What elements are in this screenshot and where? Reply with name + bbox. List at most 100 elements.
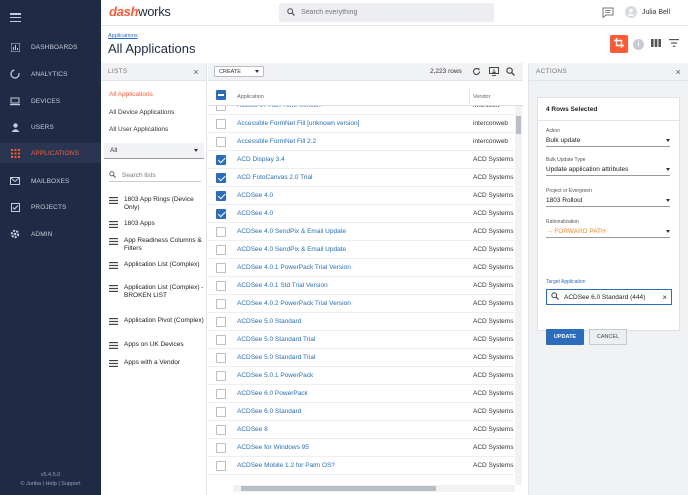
table-row[interactable]: ACDSee Mobile 1.2 for Palm OS? ACD System… bbox=[208, 457, 514, 475]
scrollbar-thumb[interactable] bbox=[241, 486, 436, 491]
table-row[interactable]: Access 97 Run-Time Version Microsoft bbox=[208, 106, 514, 115]
footer-links[interactable]: © Juriba | Help | Support bbox=[0, 481, 101, 487]
list-item[interactable]: Application List (Complex) - BROKEN LIST bbox=[109, 284, 205, 300]
table-row[interactable]: ACDSee 4.0 ACD Systems bbox=[208, 187, 514, 205]
table-row[interactable]: ACD FotoCanvas 2.0 Trial ACD Systems bbox=[208, 169, 514, 187]
user-menu[interactable]: Julia Bell bbox=[625, 6, 670, 18]
global-search[interactable] bbox=[279, 3, 494, 22]
application-link[interactable]: ACDSee 4.0.1 Std Trial Version bbox=[237, 282, 328, 289]
action-select[interactable]: Bulk update bbox=[546, 135, 670, 147]
row-checkbox[interactable] bbox=[216, 136, 226, 147]
row-checkbox[interactable] bbox=[216, 226, 226, 237]
list-item[interactable]: App Readiness Columns & Filters bbox=[109, 237, 205, 253]
cancel-button[interactable]: CANCEL bbox=[589, 329, 627, 345]
nav-item-applications[interactable]: APPLICATIONS bbox=[0, 143, 101, 163]
table-row[interactable]: ACDSee for Windows 95 ACD Systems bbox=[208, 439, 514, 457]
row-checkbox[interactable] bbox=[216, 388, 226, 399]
application-link[interactable]: Accessible FormNet Fill [unknown version… bbox=[237, 120, 359, 127]
application-link[interactable]: ACDSee 4.0 bbox=[237, 192, 273, 199]
application-link[interactable]: ACDSee 4.0 bbox=[237, 210, 273, 217]
application-link[interactable]: ACDSee 8 bbox=[237, 426, 268, 433]
application-link[interactable]: ACDSee 4.0 SendPix & Email Update bbox=[237, 246, 346, 253]
application-link[interactable]: ACDSee 5.0 Standard Trial bbox=[237, 336, 315, 343]
table-row[interactable]: ACDSee 4.0.1 PowerPack Trial Version ACD … bbox=[208, 259, 514, 277]
list-filter-select[interactable]: All bbox=[104, 143, 204, 159]
create-button[interactable]: CREATE bbox=[214, 66, 264, 77]
table-row[interactable]: Accessible FormNet Fill 2.2 interconweb bbox=[208, 133, 514, 151]
list-link-all-user-applications[interactable]: All User Applications bbox=[109, 126, 168, 133]
clear-icon[interactable]: × bbox=[662, 293, 667, 302]
search-lists-input[interactable]: Search lists bbox=[109, 170, 201, 182]
hamburger-menu-icon[interactable] bbox=[10, 13, 21, 23]
project-select[interactable]: 1803 Rollout bbox=[546, 195, 670, 207]
column-divider[interactable] bbox=[469, 89, 470, 104]
row-checkbox[interactable] bbox=[216, 370, 226, 381]
application-link[interactable]: ACDSee 5.0 Standard bbox=[237, 318, 301, 325]
row-checkbox[interactable] bbox=[216, 460, 226, 471]
application-link[interactable]: ACDSee 6.0 Standard bbox=[237, 408, 301, 415]
table-row[interactable]: Accessible FormNet Fill [unknown version… bbox=[208, 115, 514, 133]
row-checkbox[interactable] bbox=[216, 154, 226, 165]
search-icon[interactable] bbox=[506, 67, 515, 78]
column-header-vendor[interactable]: Vendor bbox=[473, 94, 490, 100]
update-button[interactable]: UPDATE bbox=[546, 329, 584, 345]
close-icon[interactable]: × bbox=[193, 67, 199, 77]
export-icon[interactable] bbox=[489, 67, 499, 78]
application-link[interactable]: ACDSee 4.0 SendPix & Email Update bbox=[237, 228, 346, 235]
table-row[interactable]: ACDSee 4.0 SendPix & Email Update ACD Sys… bbox=[208, 223, 514, 241]
close-icon[interactable]: × bbox=[675, 67, 681, 77]
table-row[interactable]: ACDSee 5.0.1 PowerPack ACD Systems bbox=[208, 367, 514, 385]
table-row[interactable]: ACDSee 8 ACD Systems bbox=[208, 421, 514, 439]
row-checkbox[interactable] bbox=[216, 352, 226, 363]
table-row[interactable]: ACDSee 5.0 Standard ACD Systems bbox=[208, 313, 514, 331]
info-icon[interactable]: i bbox=[633, 39, 644, 50]
scrollbar-thumb[interactable] bbox=[516, 116, 521, 134]
row-checkbox[interactable] bbox=[216, 244, 226, 255]
row-checkbox[interactable] bbox=[216, 298, 226, 309]
table-row[interactable]: ACDSee 4.0.2 PowerPack Trial Version ACD … bbox=[208, 295, 514, 313]
table-row[interactable]: ACDSee 5.0 Standard Trial ACD Systems bbox=[208, 331, 514, 349]
nav-item-projects[interactable]: PROJECTS bbox=[0, 197, 101, 217]
application-link[interactable]: ACDSee for Windows 95 bbox=[237, 444, 309, 451]
list-item[interactable]: Application List (Complex) bbox=[109, 261, 205, 272]
row-checkbox[interactable] bbox=[216, 262, 226, 273]
list-item[interactable]: 1803 Apps bbox=[109, 220, 205, 231]
nav-item-analytics[interactable]: ANALYTICS bbox=[0, 64, 101, 84]
row-checkbox[interactable] bbox=[216, 172, 226, 183]
rationalization-select[interactable]: → FORWARD PATH bbox=[546, 226, 670, 238]
crop-button[interactable] bbox=[610, 35, 628, 53]
application-link[interactable]: Accessible FormNet Fill 2.2 bbox=[237, 138, 316, 145]
bulk-update-type-select[interactable]: Update application attributes bbox=[546, 164, 670, 176]
row-checkbox[interactable] bbox=[216, 208, 226, 219]
application-link[interactable]: ACD Display 3.4 bbox=[237, 156, 285, 163]
list-item[interactable]: Apps with a Vendor bbox=[109, 359, 205, 370]
row-checkbox[interactable] bbox=[216, 442, 226, 453]
horizontal-scrollbar[interactable] bbox=[233, 485, 515, 492]
breadcrumb[interactable]: Applications bbox=[108, 33, 138, 39]
columns-icon[interactable] bbox=[651, 39, 661, 49]
nav-item-dashboards[interactable]: DASHBOARDS bbox=[0, 37, 101, 57]
list-item[interactable]: 1803 App Rings (Device Only) bbox=[109, 196, 205, 212]
table-row[interactable]: ACDSee 6.0 PowerPack ACD Systems bbox=[208, 385, 514, 403]
target-application-input[interactable]: ACDSee 6.0 Standard (444) × bbox=[546, 289, 672, 305]
application-link[interactable]: ACDSee 4.0.2 PowerPack Trial Version bbox=[237, 300, 351, 307]
row-checkbox[interactable] bbox=[216, 406, 226, 417]
dashworks-logo[interactable]: dashworks bbox=[109, 4, 171, 19]
row-checkbox[interactable] bbox=[216, 334, 226, 345]
list-item[interactable]: Apps on UK Devices bbox=[109, 341, 205, 352]
list-link-all-device-applications[interactable]: All Device Applications bbox=[109, 109, 174, 116]
row-checkbox[interactable] bbox=[216, 316, 226, 327]
row-checkbox[interactable] bbox=[216, 190, 226, 201]
table-row[interactable]: ACDSee 4.0 ACD Systems bbox=[208, 205, 514, 223]
filter-icon[interactable] bbox=[669, 39, 679, 49]
application-link[interactable]: ACDSee 5.0 Standard Trial bbox=[237, 354, 315, 361]
nav-item-devices[interactable]: DEVICES bbox=[0, 91, 101, 111]
application-link[interactable]: ACDSee Mobile 1.2 for Palm OS? bbox=[237, 462, 335, 469]
application-link[interactable]: ACDSee 5.0.1 PowerPack bbox=[237, 372, 313, 379]
application-link[interactable]: ACDSee 6.0 PowerPack bbox=[237, 390, 308, 397]
table-row[interactable]: ACD Display 3.4 ACD Systems bbox=[208, 151, 514, 169]
nav-item-users[interactable]: USERS bbox=[0, 117, 101, 137]
refresh-icon[interactable] bbox=[472, 67, 481, 78]
row-checkbox[interactable] bbox=[216, 118, 226, 129]
row-checkbox[interactable] bbox=[216, 280, 226, 291]
